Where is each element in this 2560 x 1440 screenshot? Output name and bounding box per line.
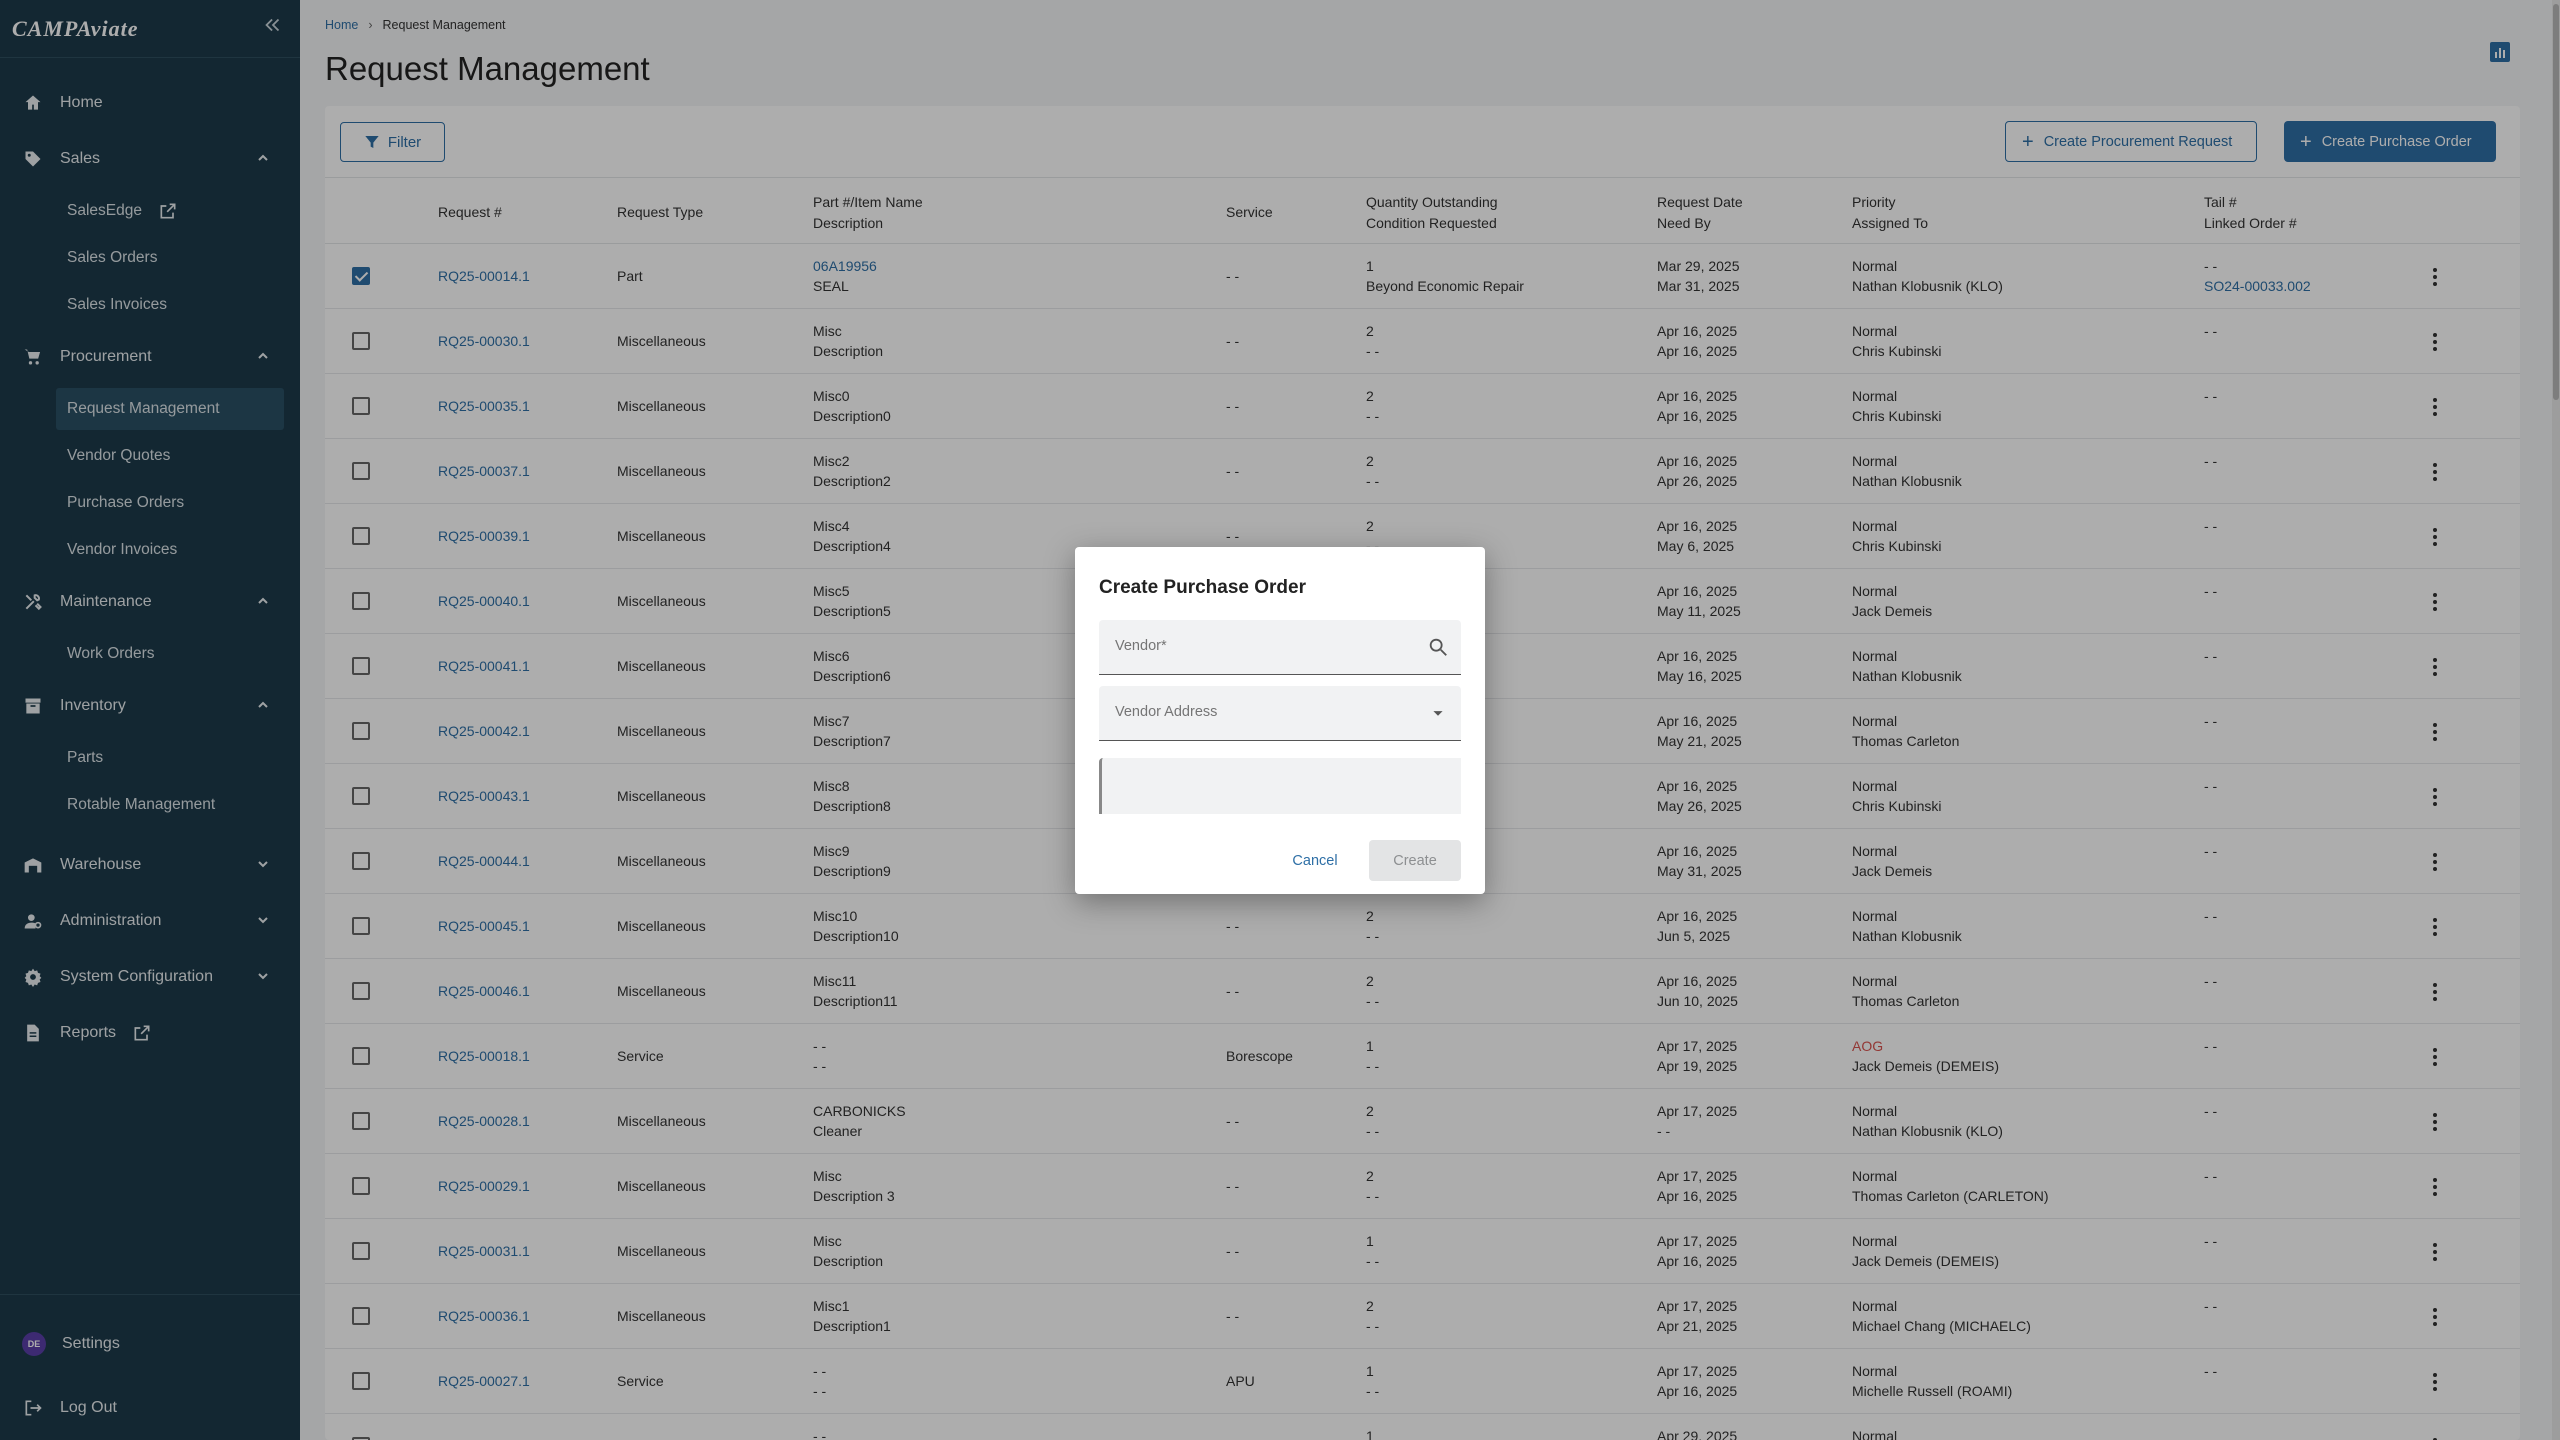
- cancel-button[interactable]: Cancel: [1278, 843, 1352, 879]
- caret-down-icon: [1433, 711, 1443, 716]
- create-button[interactable]: Create: [1369, 840, 1461, 881]
- search-icon: [1429, 638, 1447, 656]
- vendor-field[interactable]: [1099, 620, 1461, 675]
- dialog-title: Create Purchase Order: [1099, 577, 1306, 598]
- vendor-address-select[interactable]: [1099, 686, 1461, 741]
- notes-textarea[interactable]: [1099, 758, 1461, 814]
- create-purchase-order-dialog: Create Purchase Order Cancel Create: [1075, 547, 1485, 894]
- vendor-address-input[interactable]: [1115, 704, 1415, 720]
- vendor-input[interactable]: [1115, 638, 1415, 654]
